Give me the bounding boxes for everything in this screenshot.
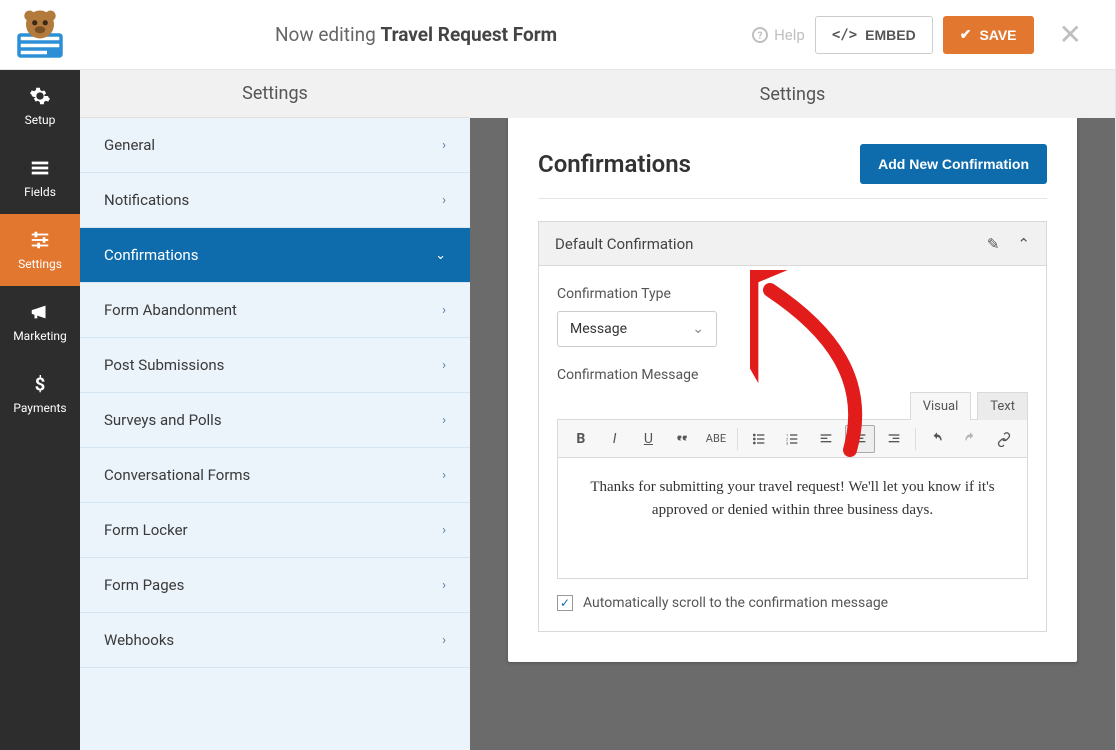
canvas-header: Settings (470, 70, 1115, 118)
settings-header: Settings (80, 70, 470, 118)
link-button[interactable] (989, 425, 1019, 453)
check-icon: ✔ (960, 26, 972, 43)
gear-icon (29, 85, 51, 107)
tab-text[interactable]: Text (977, 392, 1028, 420)
chevron-right-icon: › (442, 523, 446, 538)
megaphone-icon (29, 301, 51, 323)
align-right-button[interactable] (879, 425, 909, 453)
dollar-icon: $ (29, 373, 51, 395)
sub-surveys-polls[interactable]: Surveys and Polls› (80, 393, 470, 448)
left-rail: Setup Fields Settings Marketing $ Paymen… (0, 70, 80, 750)
sub-general[interactable]: General› (80, 118, 470, 173)
chevron-down-icon: ⌄ (692, 321, 704, 337)
panel-title: Confirmations (538, 150, 691, 178)
sub-form-locker[interactable]: Form Locker› (80, 503, 470, 558)
message-editor: B I U ABE 123 (557, 419, 1028, 579)
chevron-down-icon: ⌄ (435, 248, 446, 263)
message-label: Confirmation Message (557, 367, 1028, 383)
save-button[interactable]: ✔ SAVE (943, 16, 1034, 54)
type-label: Confirmation Type (557, 286, 1028, 302)
svg-text:?: ? (758, 31, 763, 42)
rail-marketing[interactable]: Marketing (0, 286, 80, 358)
sub-notifications[interactable]: Notifications› (80, 173, 470, 228)
editor-toolbar: B I U ABE 123 (558, 420, 1027, 458)
sub-conversational-forms[interactable]: Conversational Forms› (80, 448, 470, 503)
chevron-right-icon: › (442, 193, 446, 208)
confirmation-item: Default Confirmation ✎ ⌃ Confirmation Ty… (538, 221, 1047, 632)
sub-webhooks[interactable]: Webhooks› (80, 613, 470, 668)
undo-button[interactable] (922, 425, 952, 453)
confirmations-panel: Confirmations Add New Confirmation Defau… (508, 116, 1077, 662)
pencil-icon[interactable]: ✎ (987, 235, 1000, 253)
rail-settings[interactable]: Settings (0, 214, 80, 286)
chevron-right-icon: › (442, 358, 446, 373)
underline-button[interactable]: U (634, 425, 664, 453)
embed-button[interactable]: </> EMBED (815, 16, 933, 54)
chevron-right-icon: › (442, 138, 446, 153)
sub-form-abandonment[interactable]: Form Abandonment› (80, 283, 470, 338)
svg-text:3: 3 (786, 440, 788, 445)
sub-post-submissions[interactable]: Post Submissions› (80, 338, 470, 393)
quote-button[interactable] (667, 425, 697, 453)
tab-visual[interactable]: Visual (910, 392, 972, 420)
chevron-right-icon: › (442, 578, 446, 593)
bold-button[interactable]: B (566, 425, 596, 453)
ul-button[interactable] (744, 425, 774, 453)
chevron-right-icon: › (442, 413, 446, 428)
redo-button[interactable] (955, 425, 985, 453)
ol-button[interactable]: 123 (778, 425, 808, 453)
auto-scroll-checkbox[interactable]: ✓ (557, 595, 573, 611)
main-canvas: Settings Confirmations Add New Confirmat… (470, 70, 1115, 750)
help-link[interactable]: ? Help (752, 26, 805, 44)
page-title: Now editing Travel Request Form (80, 23, 752, 46)
message-textarea[interactable]: Thanks for submitting your travel reques… (558, 458, 1027, 578)
chevron-right-icon: › (442, 633, 446, 648)
align-left-button[interactable] (811, 425, 841, 453)
chevron-right-icon: › (442, 303, 446, 318)
italic-button[interactable]: I (600, 425, 630, 453)
confirmation-type-select[interactable]: Message ⌄ (557, 311, 717, 347)
auto-scroll-label: Automatically scroll to the confirmation… (583, 595, 888, 611)
chevron-right-icon: › (442, 468, 446, 483)
svg-text:$: $ (35, 374, 46, 395)
code-icon: </> (832, 27, 857, 43)
sub-form-pages[interactable]: Form Pages› (80, 558, 470, 613)
sliders-icon (29, 229, 51, 251)
rail-payments[interactable]: $ Payments (0, 358, 80, 430)
settings-sidebar: Settings General› Notifications› Confirm… (80, 70, 470, 750)
collapse-icon[interactable]: ⌃ (1017, 235, 1030, 253)
close-icon[interactable]: ✕ (1044, 18, 1097, 51)
list-icon (29, 157, 51, 179)
app-logo (0, 0, 80, 70)
strike-button[interactable]: ABE (701, 425, 731, 453)
sub-confirmations[interactable]: Confirmations⌄ (80, 228, 470, 283)
confirmation-item-header[interactable]: Default Confirmation ✎ ⌃ (539, 222, 1046, 266)
add-confirmation-button[interactable]: Add New Confirmation (860, 144, 1047, 184)
rail-setup[interactable]: Setup (0, 70, 80, 142)
rail-fields[interactable]: Fields (0, 142, 80, 214)
align-center-button[interactable] (845, 425, 875, 453)
